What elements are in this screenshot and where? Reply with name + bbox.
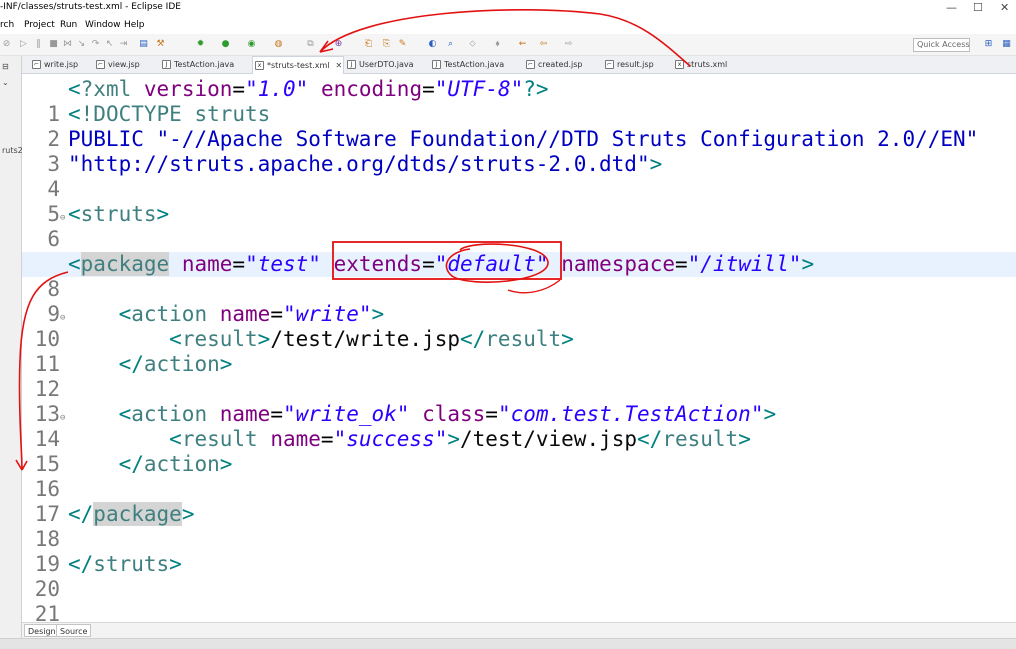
- menu-bar: rch Project Run Window Help: [0, 17, 1016, 34]
- step-into-icon[interactable]: ↘: [76, 39, 87, 50]
- window-title: -INF/classes/struts-test.xml - Eclipse I…: [0, 2, 181, 12]
- tab-created-jsp[interactable]: ⌐ created.jsp: [524, 56, 582, 74]
- code-line[interactable]: 9: [22, 277, 1016, 326]
- forward-icon[interactable]: ⇨: [563, 39, 574, 50]
- jsp-file-icon: ⌐: [96, 60, 105, 69]
- project-explorer-collapsed: ⊟ ⌄ ruts2: [0, 56, 23, 649]
- resume-icon[interactable]: ▷: [18, 39, 29, 50]
- open-task-icon[interactable]: ⎘: [381, 39, 392, 50]
- code-line[interactable]: 5: [22, 177, 1016, 226]
- external-tools-icon[interactable]: ◍: [273, 39, 284, 50]
- xml-file-icon: x: [675, 60, 684, 69]
- open-type-icon[interactable]: ⎗: [363, 39, 374, 50]
- minimize-icon[interactable]: —: [946, 1, 957, 14]
- code-line[interactable]: 2 <!DOCTYPE struts: [22, 102, 1016, 151]
- close-icon[interactable]: ✕: [1000, 1, 1009, 14]
- close-tab-icon[interactable]: ✕: [336, 61, 343, 70]
- jsp-file-icon: ⌐: [32, 60, 41, 69]
- java-ee-perspective-icon[interactable]: ▦: [1001, 39, 1012, 50]
- tab-design[interactable]: Design: [24, 624, 60, 637]
- code-line[interactable]: 4 "http://struts.apache.org/dtds/struts-…: [22, 152, 1016, 201]
- tab-source[interactable]: Source: [56, 624, 92, 637]
- code-line[interactable]: 20 </struts>: [22, 552, 1016, 601]
- quick-access-input[interactable]: Quick Access: [913, 38, 970, 52]
- next-annotation-icon[interactable]: ⬦: [467, 39, 478, 50]
- code-line[interactable]: 7: [22, 227, 1016, 276]
- code-line[interactable]: 11 <result>/test/write.jsp</result>: [22, 327, 1016, 376]
- tab-struts-test-xml[interactable]: x *struts-test.xml ✕: [252, 56, 344, 74]
- code-line[interactable]: 6 ⊖ <struts>: [22, 202, 1016, 251]
- code-line[interactable]: 19: [22, 527, 1016, 576]
- java-file-icon: J: [432, 60, 441, 69]
- code-line[interactable]: 10 ⊖ <action name="write">: [22, 302, 1016, 351]
- run-icon[interactable]: ●: [220, 39, 231, 50]
- menu-search[interactable]: rch: [0, 20, 14, 30]
- new-java-package-icon[interactable]: ⊕: [333, 39, 344, 50]
- jsp-file-icon: ⌐: [605, 60, 614, 69]
- tab-testaction-java[interactable]: J TestAction.java: [160, 56, 234, 74]
- menu-run[interactable]: Run: [60, 20, 77, 30]
- code-line[interactable]: 1 <?xml version="1.0" encoding="UTF-8"?>: [22, 77, 1016, 126]
- code-line[interactable]: 21: [22, 577, 1016, 622]
- menu-help[interactable]: Help: [124, 20, 145, 30]
- chevron-down-icon[interactable]: ⌄: [2, 78, 9, 87]
- skip-breakpoints-icon[interactable]: ⊘: [1, 39, 12, 50]
- step-over-icon[interactable]: ↷: [90, 39, 101, 50]
- back-icon[interactable]: ⇦: [538, 39, 549, 50]
- code-line[interactable]: 16 </action>: [22, 452, 1016, 501]
- java-file-icon: J: [162, 60, 171, 69]
- jsp-file-icon: ⌐: [526, 60, 535, 69]
- new-server-icon[interactable]: ⧉: [305, 39, 316, 50]
- project-label[interactable]: ruts2: [2, 146, 23, 155]
- code-line[interactable]: 14 ⊖ <action name="write_ok" class="com.…: [22, 402, 1016, 451]
- debug-icon[interactable]: ✹: [195, 39, 206, 50]
- refactor-icon[interactable]: ⚒: [155, 39, 166, 50]
- code-line[interactable]: 12 </action>: [22, 352, 1016, 401]
- java-file-icon: J: [347, 60, 356, 69]
- editor-mode-bar: Design Source: [22, 622, 1016, 638]
- last-edit-icon[interactable]: ⇜: [517, 39, 528, 50]
- drop-to-frame-icon[interactable]: ⇥: [118, 39, 129, 50]
- globe-icon[interactable]: ◐: [427, 39, 438, 50]
- tab-testaction-java-2[interactable]: J TestAction.java: [430, 56, 504, 74]
- coverage-icon[interactable]: ◉: [246, 39, 257, 50]
- title-bar: -INF/classes/struts-test.xml - Eclipse I…: [0, 0, 1016, 17]
- xml-file-icon: x: [255, 61, 264, 70]
- suspend-icon[interactable]: ‖: [33, 39, 44, 50]
- editor-tab-bar: ⌐ write.jsp ⌐ view.jsp J TestAction.java x *…: [22, 56, 1016, 74]
- menu-window[interactable]: Window: [85, 20, 121, 30]
- search-icon[interactable]: ⌕: [445, 39, 456, 50]
- main-toolbar: ⊘ ▷ ‖ ■ ⋈ ↘ ↷ ↖ ⇥ ▤ ⚒ ✹ ● ◉ ◍ ⧉ ⊕ ⎗ ⎘ ✎ …: [0, 34, 1016, 56]
- code-line[interactable]: 15 <result name="success">/test/view.jsp…: [22, 427, 1016, 476]
- current-code-line[interactable]: 8 <package name="test" extends="default"…: [22, 252, 1016, 301]
- code-line[interactable]: 13: [22, 377, 1016, 426]
- code-line[interactable]: 17: [22, 477, 1016, 526]
- code-line[interactable]: 22: [22, 602, 1016, 622]
- disconnect-icon[interactable]: ⋈: [62, 39, 73, 50]
- open-perspective-icon[interactable]: ⊞: [983, 39, 994, 50]
- tab-userdto-java[interactable]: J UserDTO.java: [345, 56, 414, 74]
- maximize-icon[interactable]: ☐: [973, 1, 983, 14]
- status-bar: [0, 638, 1016, 649]
- panel-menu-icon[interactable]: ⊟: [2, 62, 9, 71]
- tab-struts-xml[interactable]: x struts.xml: [673, 56, 727, 74]
- tab-write-jsp[interactable]: ⌐ write.jsp: [30, 56, 78, 74]
- terminate-icon[interactable]: ■: [48, 39, 59, 50]
- source-editor[interactable]: 1 <?xml version="1.0" encoding="UTF-8"?>…: [22, 74, 1016, 622]
- tab-result-jsp[interactable]: ⌐ result.jsp: [603, 56, 654, 74]
- tab-view-jsp[interactable]: ⌐ view.jsp: [94, 56, 140, 74]
- code-line[interactable]: 3 PUBLIC "-//Apache Software Foundation/…: [22, 127, 1016, 176]
- console-icon[interactable]: ▤: [138, 39, 149, 50]
- menu-project[interactable]: Project: [24, 20, 55, 30]
- step-return-icon[interactable]: ↖: [104, 39, 115, 50]
- pen-icon[interactable]: ✎: [397, 39, 408, 50]
- code-line[interactable]: 18 </package>: [22, 502, 1016, 551]
- prev-annotation-icon[interactable]: ⬧: [492, 39, 503, 50]
